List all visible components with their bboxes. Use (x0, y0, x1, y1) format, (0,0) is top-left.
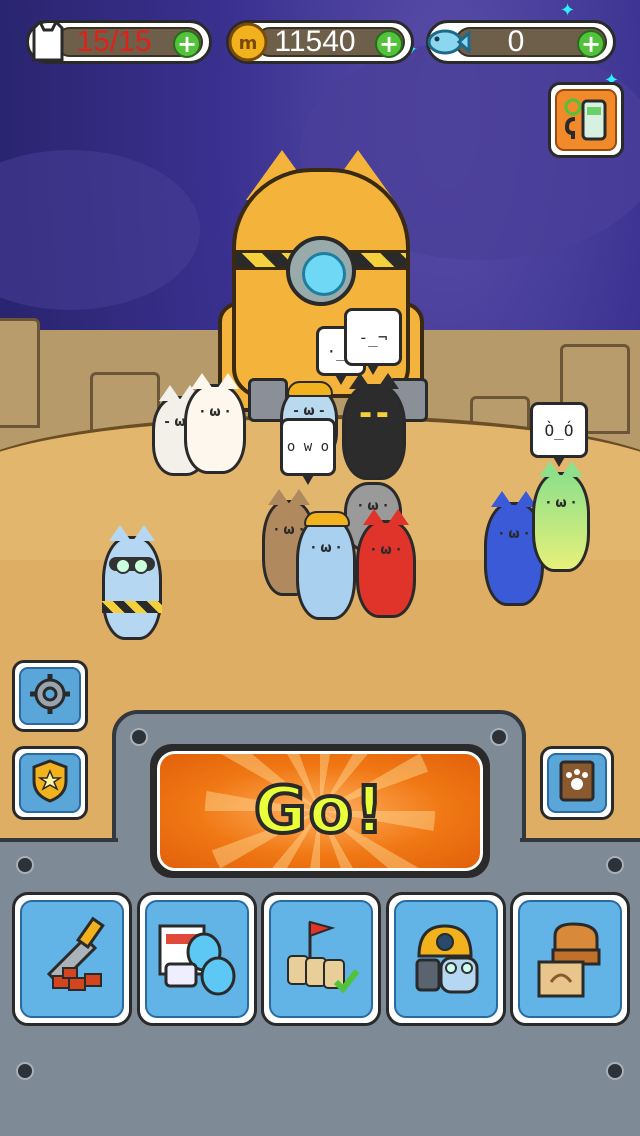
cat-character[interactable]: · ω · (532, 461, 590, 572)
cat-character[interactable] (102, 525, 162, 640)
rivet (16, 1062, 34, 1080)
rivet (130, 728, 148, 746)
speech-bubble: Ò_Ó (530, 402, 588, 467)
rivet (490, 728, 508, 746)
mesa (0, 318, 40, 428)
walkie-talkie-help-button[interactable] (548, 82, 624, 158)
go-button[interactable]: Go! (157, 751, 483, 871)
cat-character[interactable]: · ω · (356, 509, 416, 618)
drill-upgrade-button[interactable] (12, 892, 132, 1026)
cat-character[interactable]: · ω · (184, 373, 246, 474)
cat-gacha-button[interactable] (386, 892, 506, 1026)
add-fish-button[interactable]: + (577, 30, 605, 58)
catalog-capsule-icon (152, 912, 242, 1006)
badge-button[interactable] (12, 746, 88, 820)
stamina-value: 15/15 (76, 25, 152, 58)
coin-value: 11540 (274, 25, 356, 58)
coin-counter: m 11540 + (226, 20, 414, 64)
settings-button[interactable] (12, 660, 88, 732)
storage-button[interactable] (510, 892, 630, 1026)
speech-bubble: o w o (280, 418, 336, 485)
helmet-cat-icon (401, 912, 491, 1006)
cat-character[interactable]: · ω · (296, 511, 356, 620)
cat-character[interactable]: ▬ ▬ (342, 373, 406, 480)
fish-counter: 0 + (426, 20, 616, 64)
rivet (606, 856, 624, 874)
chest-crate-icon (525, 912, 615, 1006)
add-coins-button[interactable]: + (375, 30, 403, 58)
svg-text:m: m (239, 33, 258, 54)
add-stamina-button[interactable]: + (173, 30, 201, 58)
rivet (606, 1062, 624, 1080)
stamina-counter: 15/15 + (26, 20, 212, 64)
team-select-button[interactable] (261, 892, 381, 1026)
walkie-talkie-help-icon (561, 91, 611, 149)
catbook-button[interactable] (540, 746, 614, 820)
paw-book-icon (557, 758, 597, 808)
flag-team-check-icon (276, 912, 366, 1006)
gear-icon (28, 672, 72, 720)
equipment-shop-button[interactable] (137, 892, 257, 1026)
fish-value: 0 (507, 25, 525, 58)
sparkle-icon: ✦ (560, 0, 576, 21)
speech-bubble: -_¬ (344, 308, 402, 375)
go-button-label: Go! (252, 772, 386, 850)
rivet (16, 856, 34, 874)
drill-ore-icon (29, 912, 115, 1006)
star-badge-icon (30, 759, 70, 807)
rocket-porthole (286, 236, 356, 306)
